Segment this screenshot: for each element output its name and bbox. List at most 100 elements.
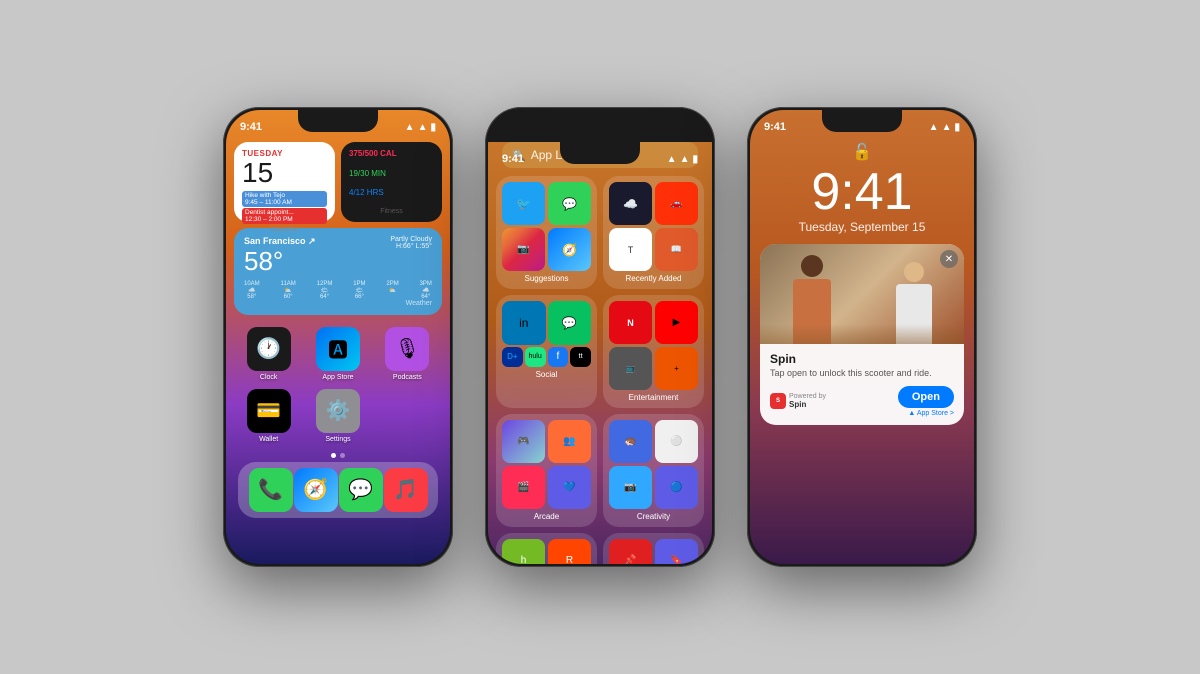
weather-temp: 58° <box>244 247 316 276</box>
wifi-icon: ▲ <box>418 122 428 133</box>
app-settings[interactable]: ⚙️ Settings <box>307 389 368 443</box>
folder-recently-added[interactable]: ☁️ 🚗 T 📖 Recently Added <box>603 176 704 289</box>
powered-by-label: S Powered by Spin <box>770 393 826 409</box>
weather-highlow: H:66° L:55° <box>390 243 432 250</box>
misc2-icons: 📌 🔖 🎯 🔴 <box>609 539 698 564</box>
creativity-icons: 🦔 ⚪ 📷 🔵 <box>609 420 698 509</box>
weather-label: Weather <box>244 300 432 307</box>
weather-widget[interactable]: San Francisco ↗ 58° Partly Cloudy H:66° … <box>234 228 442 315</box>
notch <box>298 110 378 132</box>
arcade-icon-2: 👥 <box>548 420 591 463</box>
creativity-icon-4: 🔵 <box>655 466 698 509</box>
entertainment-icons: N ▶ 📺 + <box>609 301 698 390</box>
suggestions-label: Suggestions <box>502 274 591 283</box>
app-grid: 🕐 Clock 🅰 App Store 🎙 Podcasts 💳 Wallet … <box>226 321 450 449</box>
app-podcasts[interactable]: 🎙 Podcasts <box>377 327 438 381</box>
appstore-label: App Store <box>322 374 353 381</box>
safari-icon-2: 🧭 <box>548 228 591 271</box>
misc2-icon-2: 🔖 <box>655 539 698 564</box>
weather-desc: Partly Cloudy <box>390 236 432 243</box>
dock-music[interactable]: 🎵 <box>384 468 428 512</box>
disney-icon: D+ <box>502 347 523 368</box>
folder-suggestions[interactable]: 🐦 💬 📷 🧭 Suggestions <box>496 176 597 289</box>
folder-social[interactable]: in 💬 D+ hulu f tt Social <box>496 295 597 408</box>
dock-safari[interactable]: 🧭 <box>294 468 338 512</box>
close-notification-button[interactable]: ✕ <box>940 250 958 268</box>
lock-time: 9:41 <box>750 162 974 218</box>
notification-description: Tap open to unlock this scooter and ride… <box>770 368 954 380</box>
dock: 📞 🧭 💬 🎵 <box>238 462 438 518</box>
folder-misc-2[interactable]: 📌 🔖 🎯 🔴 <box>603 533 704 564</box>
creativity-icon-2: ⚪ <box>655 420 698 463</box>
fitness-widget[interactable]: 375/500 CAL 19/30 MIN 4/12 HRS Fitness <box>341 142 442 222</box>
status-icons-2: ▲ ▲ ▮ <box>667 154 698 165</box>
status-time-2: 9:41 <box>502 153 524 165</box>
social-label: Social <box>502 370 591 379</box>
calendar-event-1: Hike with Tejo 9:45 – 11:00 AM <box>242 191 327 207</box>
weather-hourly: 10AM☁️58° 11AM⛅60° 12PM🌤64° 1PM🌤66° 2PM⛅… <box>244 281 432 300</box>
folder-misc-1[interactable]: h R 🐉 👾 <box>496 533 597 564</box>
notification-card[interactable]: ✕ Spin Tap open to unlock this scooter a… <box>760 244 964 425</box>
recently-added-label: Recently Added <box>609 274 698 283</box>
lock-date: Tuesday, September 15 <box>750 220 974 234</box>
youtube-icon: ▶ <box>655 301 698 344</box>
doordash-icon: 🚗 <box>655 182 698 225</box>
battery-icon-3: ▮ <box>954 122 960 133</box>
notch-2 <box>560 142 640 164</box>
netflix-icon: N <box>609 301 652 344</box>
wechat-icon: 💬 <box>548 301 592 345</box>
hulu-icon: hulu <box>525 347 546 368</box>
phone-3: 9:41 ▲ ▲ ▮ 🔓 9:41 Tuesday, September 15 <box>747 107 977 567</box>
calendar-events: Hike with Tejo 9:45 – 11:00 AM Dentist a… <box>242 191 327 224</box>
cloud-icon: ☁️ <box>609 182 652 225</box>
app-clock[interactable]: 🕐 Clock <box>238 327 299 381</box>
wifi-icon-3: ▲ <box>942 122 952 133</box>
phone-icon: 📞 <box>249 468 293 512</box>
podcasts-label: Podcasts <box>393 374 422 381</box>
safari-icon: 🧭 <box>294 468 338 512</box>
signal-icon: ▲ <box>405 122 415 133</box>
twitter-icon: 🐦 <box>502 182 545 225</box>
phone-2: 9:41 ▲ ▲ ▮ 🔍 App Library 🐦 💬 <box>485 107 715 567</box>
misc2-icon-1: 📌 <box>609 539 652 564</box>
recently-added-icons: ☁️ 🚗 T 📖 <box>609 182 698 271</box>
dock-phone[interactable]: 📞 <box>249 468 293 512</box>
settings-icon: ⚙️ <box>316 389 360 433</box>
suggestions-icons: 🐦 💬 📷 🧭 <box>502 182 591 271</box>
podcasts-icon: 🎙 <box>385 327 429 371</box>
folder-creativity[interactable]: 🦔 ⚪ 📷 🔵 Creativity <box>603 414 704 527</box>
linkedin-icon: in <box>502 301 546 345</box>
calendar-widget[interactable]: TUESDAY 15 Hike with Tejo 9:45 – 11:00 A… <box>234 142 335 222</box>
calendar-date: 15 <box>242 158 327 189</box>
wallet-label: Wallet <box>259 436 278 443</box>
calendar-label: Calendar <box>242 226 327 233</box>
tiktok-icon: tt <box>570 347 591 368</box>
nyt-icon: T <box>609 228 652 271</box>
dot-1 <box>331 453 336 458</box>
folder-entertainment[interactable]: N ▶ 📺 + Entertainment <box>603 295 704 408</box>
creativity-icon-3: 📷 <box>609 466 652 509</box>
open-button[interactable]: Open <box>898 386 954 408</box>
facebook-icon: f <box>548 347 569 368</box>
settings-label: Settings <box>325 436 350 443</box>
notification-title: Spin <box>770 352 954 366</box>
app-wallet[interactable]: 💳 Wallet <box>238 389 299 443</box>
arcade-icon-1: 🎮 <box>502 420 545 463</box>
dot-2 <box>340 453 345 458</box>
notch-3 <box>822 110 902 132</box>
instagram-icon: 📷 <box>502 228 545 271</box>
status-time-1: 9:41 <box>240 121 262 133</box>
clock-icon: 🕐 <box>247 327 291 371</box>
fitness-label: Fitness <box>349 208 434 215</box>
folder-arcade[interactable]: 🎮 👥 🎬 💙 Arcade <box>496 414 597 527</box>
music-icon: 🎵 <box>384 468 428 512</box>
dock-messages[interactable]: 💬 <box>339 468 383 512</box>
app-store-link[interactable]: ▲ App Store > <box>908 410 954 417</box>
phone3-background: 9:41 ▲ ▲ ▮ 🔓 9:41 Tuesday, September 15 <box>750 110 974 564</box>
notification-image: ✕ <box>760 244 964 344</box>
cable-icon: 📺 <box>609 347 652 390</box>
app-appstore[interactable]: 🅰 App Store <box>307 327 368 381</box>
battery-icon-2: ▮ <box>692 154 698 165</box>
status-time-3: 9:41 <box>764 121 786 133</box>
fitness-minutes: 19/30 MIN <box>349 169 434 178</box>
